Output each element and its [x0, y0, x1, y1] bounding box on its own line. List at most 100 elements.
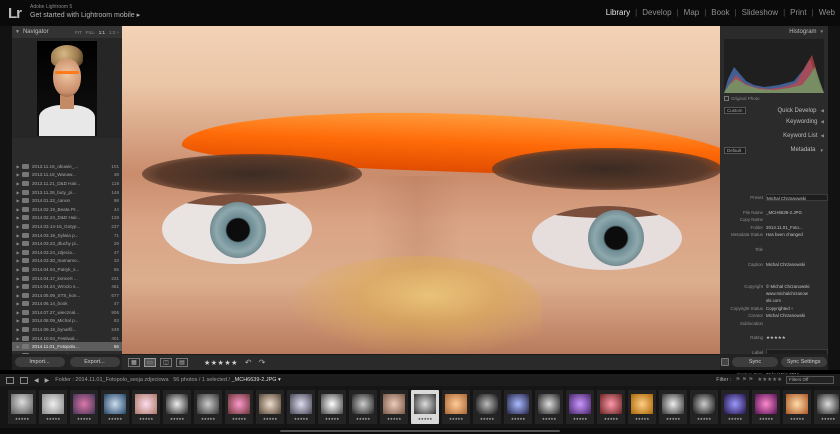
folder-row[interactable]: ▶ 2013.11.16_obuwie_... 101: [12, 162, 122, 171]
filmstrip-thumbnail[interactable]: ★★★★★: [8, 390, 36, 424]
zoom-1-1[interactable]: 1:1: [99, 30, 105, 35]
forward-arrow-icon[interactable]: ▶: [45, 377, 50, 384]
source-path[interactable]: Folder : 2014.11.01_Fotopolo_sesja zdjec…: [55, 377, 281, 383]
grid-view-icon[interactable]: ▦: [128, 358, 140, 367]
folder-row[interactable]: ▶ 2013.11.18_Wanaw... 48: [12, 171, 122, 180]
filmstrip-thumbnail[interactable]: ★★★★★: [504, 390, 532, 424]
metadata-value[interactable]: [766, 342, 828, 349]
metadata-value[interactable]: ★★★★★: [766, 334, 828, 341]
left-panel-toggle[interactable]: [0, 26, 12, 370]
module-book[interactable]: Book: [706, 8, 734, 17]
filmstrip-thumbnail[interactable]: ★★★★★: [814, 390, 840, 424]
filmstrip-thumbnail[interactable]: ★★★★★: [39, 390, 67, 424]
metadata-value[interactable]: [766, 320, 828, 327]
metadata-value[interactable]: [766, 275, 828, 282]
second-window-icon[interactable]: [6, 376, 14, 384]
filmstrip-thumbnail[interactable]: ★★★★★: [349, 390, 377, 424]
folder-row[interactable]: ▶ 2013.11.21_D&D Hair... 118: [12, 179, 122, 188]
expand-arrow-icon[interactable]: ▶: [14, 301, 22, 306]
expand-arrow-icon[interactable]: ▶: [14, 327, 22, 332]
filmstrip-thumbnail[interactable]: ★★★★★: [225, 390, 253, 424]
metadata-value[interactable]: www.michalchrzanow: [766, 290, 828, 297]
folder-row[interactable]: ▶ 2014.03.24_zdjecia... 47: [12, 248, 122, 257]
zoom-fit[interactable]: FIT: [75, 30, 82, 35]
module-map[interactable]: Map: [679, 8, 705, 17]
expand-arrow-icon[interactable]: ▶: [14, 198, 22, 203]
expand-arrow-icon[interactable]: ▶: [14, 344, 22, 349]
folder-row[interactable]: ▶ 2014.02.24_D&D Hair... 128: [12, 214, 122, 223]
module-develop[interactable]: Develop: [637, 8, 676, 17]
filmstrip-thumbnail[interactable]: ★★★★★: [380, 390, 408, 424]
keywording-title[interactable]: Keywording: [786, 119, 817, 125]
metadata-value[interactable]: [766, 268, 828, 275]
metadata-value[interactable]: Has been changed: [766, 231, 828, 238]
expand-arrow-icon[interactable]: ▶: [14, 207, 22, 212]
metadata-value[interactable]: Michal Chrzanowski: [766, 261, 828, 268]
module-web[interactable]: Web: [814, 8, 840, 17]
folder-row[interactable]: ▶ 2014.11.01_Fotopolo... 56: [12, 342, 122, 352]
loupe-image[interactable]: [122, 26, 720, 354]
filmstrip-thumbnail[interactable]: ★★★★★: [535, 390, 563, 424]
rating-filter-stars[interactable]: ★★★★★: [757, 377, 782, 383]
filmstrip-thumbnail[interactable]: ★★★★★: [442, 390, 470, 424]
metadata-value[interactable]: ski.com: [766, 297, 828, 304]
filmstrip-thumbnail[interactable]: ★★★★★: [163, 390, 191, 424]
metadata-value[interactable]: [766, 238, 828, 245]
folder-row[interactable]: ▶ 2014.02.19_Beata Pr... 44: [12, 205, 122, 214]
metadata-value[interactable]: Michal Chrzanowski: [766, 194, 828, 202]
expand-arrow-icon[interactable]: ▶: [14, 310, 22, 315]
folder-row[interactable]: ▶ 2014.10.04_Festiwal... 401: [12, 334, 122, 343]
custom-preset-select[interactable]: Custom: [724, 107, 746, 114]
original-photo-checkbox[interactable]: [724, 96, 729, 101]
scrollbar-knob[interactable]: [280, 430, 560, 432]
filmstrip-thumbnail[interactable]: ★★★★★: [287, 390, 315, 424]
navigator-preview[interactable]: [12, 38, 122, 138]
zoom-1-2[interactable]: 1:2 ÷: [109, 30, 119, 35]
keyword-list-title[interactable]: Keyword List: [783, 133, 817, 139]
folder-row[interactable]: ▶ 2014.03.23_dluchy pi... 29: [12, 239, 122, 248]
expand-arrow-icon[interactable]: ▶: [14, 190, 22, 195]
metadata-value[interactable]: [766, 253, 828, 260]
filmstrip-thumbnail[interactable]: ★★★★★: [256, 390, 284, 424]
folder-row[interactable]: ▶ 2014.04.04_Patryk_s... 55: [12, 265, 122, 274]
expand-arrow-icon[interactable]: ▶: [14, 250, 22, 255]
filmstrip-thumbnail[interactable]: ★★★★★: [70, 390, 98, 424]
metadata-value[interactable]: [766, 201, 828, 208]
expand-arrow-icon[interactable]: ▶: [14, 318, 22, 323]
filmstrip-thumbnail[interactable]: ★★★★★: [659, 390, 687, 424]
flag-filter-icons[interactable]: ⚑ ⚑ ⚑: [735, 377, 753, 383]
filter-select[interactable]: Filters Off: [786, 376, 834, 384]
filmstrip[interactable]: ★★★★★ ★★★★★ ★★★★★ ★★★★★ ★★★★★ ★★★★★ ★★★★★ ★★★★★…: [0, 386, 840, 428]
metadata-value[interactable]: Michal Chrzanowski: [766, 312, 828, 319]
compare-view-icon[interactable]: ◫: [160, 358, 172, 367]
expand-arrow-icon[interactable]: ▶: [14, 276, 22, 281]
metadata-value[interactable]: © Michal Chrzanowski: [766, 283, 828, 290]
metadata-value[interactable]: [766, 327, 828, 334]
folder-row[interactable]: ▶ 2014.06.14_book 47: [12, 300, 122, 309]
folder-row[interactable]: ▶ 2014.03.19_Sylwia p... 71: [12, 231, 122, 240]
module-slideshow[interactable]: Slideshow: [737, 8, 783, 17]
filmstrip-thumbnail[interactable]: ★★★★★: [566, 390, 594, 424]
folder-row[interactable]: ▶ 2014.09.19_bynarfil... 249: [12, 325, 122, 334]
module-library[interactable]: Library: [601, 8, 635, 17]
expand-arrow-icon[interactable]: ▶: [14, 267, 22, 272]
filmstrip-thumbnail[interactable]: ★★★★★: [132, 390, 160, 424]
expand-arrow-icon[interactable]: ▶: [14, 172, 22, 177]
survey-view-icon[interactable]: ▤: [176, 358, 188, 367]
quick-develop-title[interactable]: Quick Develop: [778, 108, 817, 114]
expand-arrow-icon[interactable]: ▶: [14, 293, 22, 298]
loupe-view-icon[interactable]: ▭: [144, 358, 156, 367]
folder-row[interactable]: ▶ 2014.01.22_canon 98: [12, 196, 122, 205]
expand-arrow-icon[interactable]: ▶: [14, 224, 22, 229]
module-print[interactable]: Print: [785, 8, 811, 17]
export-button[interactable]: Export...: [69, 357, 120, 367]
rating-stars[interactable]: ★★★★★: [204, 359, 238, 367]
folder-row[interactable]: ▶ 2014.04.24_Wroclo s... 461: [12, 282, 122, 291]
sync-button[interactable]: Sync: [731, 357, 778, 367]
folder-row[interactable]: ▶ 2014.03.14-16_Gotyp... 237: [12, 222, 122, 231]
folder-row[interactable]: ▶ 2014.05.09_STS_kon... 677: [12, 291, 122, 300]
filmstrip-thumbnail[interactable]: ★★★★★: [752, 390, 780, 424]
auto-sync-toggle[interactable]: [721, 358, 730, 366]
right-panel-toggle[interactable]: [828, 26, 840, 370]
histogram-header[interactable]: Histogram ▼: [720, 26, 828, 37]
